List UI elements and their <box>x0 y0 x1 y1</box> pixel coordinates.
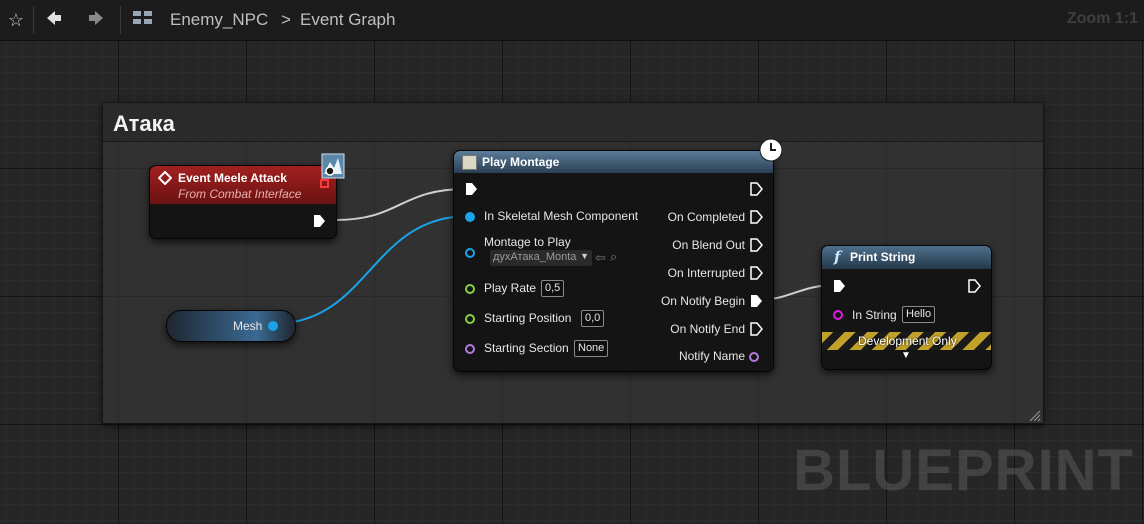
on-notify-begin-label: On Notify Begin <box>660 294 745 308</box>
exec-output-pin[interactable] <box>967 279 981 293</box>
interface-message-icon <box>318 152 348 180</box>
browse-asset-icon[interactable]: ⌕ <box>610 249 617 265</box>
function-icon: f <box>834 248 841 266</box>
event-node-title: Event Meele Attack <box>178 171 287 185</box>
montage-asset-icon <box>462 155 477 170</box>
mesh-variable-node[interactable]: Mesh <box>166 310 296 342</box>
starting-position-field[interactable]: 0,0 <box>581 310 605 327</box>
on-completed-label: On Completed <box>667 210 745 224</box>
montage-to-play-input-pin[interactable] <box>465 248 475 258</box>
montage-asset-dropdown[interactable]: духАтака_Monta ▼ <box>490 250 592 266</box>
play-montage-node[interactable]: Play Montage In Skeletal Mesh Component … <box>453 150 774 372</box>
interface-indicator-icon <box>320 179 329 188</box>
play-rate-input-pin[interactable] <box>465 284 475 294</box>
notify-name-pin[interactable] <box>749 352 759 362</box>
print-node-title: Print String <box>850 250 916 264</box>
montage-asset-value: духАтака_Monta <box>493 251 577 263</box>
event-diamond-icon <box>157 170 173 190</box>
on-blend-out-pin[interactable] <box>749 238 763 252</box>
starting-position-input-pin[interactable] <box>465 314 475 324</box>
on-notify-end-pin[interactable] <box>749 322 763 336</box>
starting-section-label: Starting Section <box>484 341 569 355</box>
exec-output-pin[interactable] <box>749 182 763 196</box>
print-string-node[interactable]: f Print String In String Hello Developme… <box>821 245 992 370</box>
chevron-down-icon: ▼ <box>580 251 589 261</box>
on-notify-end-label: On Notify End <box>670 322 745 336</box>
exec-input-pin[interactable] <box>464 182 478 196</box>
mesh-label: Mesh <box>233 319 263 333</box>
exec-input-pin[interactable] <box>832 279 846 293</box>
starting-section-field[interactable]: None <box>574 340 609 357</box>
on-completed-pin[interactable] <box>749 210 763 224</box>
mesh-output-pin[interactable] <box>268 321 278 331</box>
clock-icon <box>759 138 783 162</box>
exec-wire-event-to-montage <box>335 188 467 221</box>
exec-output-pin[interactable] <box>312 214 326 228</box>
on-notify-begin-pin[interactable] <box>749 294 763 308</box>
play-rate-field[interactable]: 0,5 <box>541 280 565 297</box>
development-only-label: Development Only <box>858 334 957 348</box>
starting-position-label: Starting Position <box>484 311 572 325</box>
expand-chevron-icon[interactable]: ▼ <box>901 350 911 361</box>
event-node-subtitle: From Combat Interface <box>178 187 302 201</box>
montage-node-title: Play Montage <box>482 155 560 169</box>
on-interrupted-label: On Interrupted <box>667 266 745 280</box>
in-string-input-pin[interactable] <box>833 310 843 320</box>
on-blend-out-label: On Blend Out <box>672 238 745 252</box>
play-rate-label: Play Rate <box>484 281 537 295</box>
on-interrupted-pin[interactable] <box>749 266 763 280</box>
starting-section-input-pin[interactable] <box>465 344 475 354</box>
in-string-label: In String <box>852 308 897 322</box>
skeletal-mesh-label: In Skeletal Mesh Component <box>484 209 639 223</box>
blueprint-watermark: BLUEPRINT <box>793 438 1134 503</box>
skeletal-mesh-input-pin[interactable] <box>465 212 475 222</box>
use-selected-asset-icon[interactable]: ⇦ <box>595 250 606 266</box>
montage-to-play-label: Montage to Play <box>484 235 571 249</box>
in-string-field[interactable]: Hello <box>902 306 936 323</box>
event-meele-attack-node[interactable]: Event Meele Attack From Combat Interface <box>149 165 337 239</box>
notify-name-label: Notify Name <box>678 349 745 363</box>
